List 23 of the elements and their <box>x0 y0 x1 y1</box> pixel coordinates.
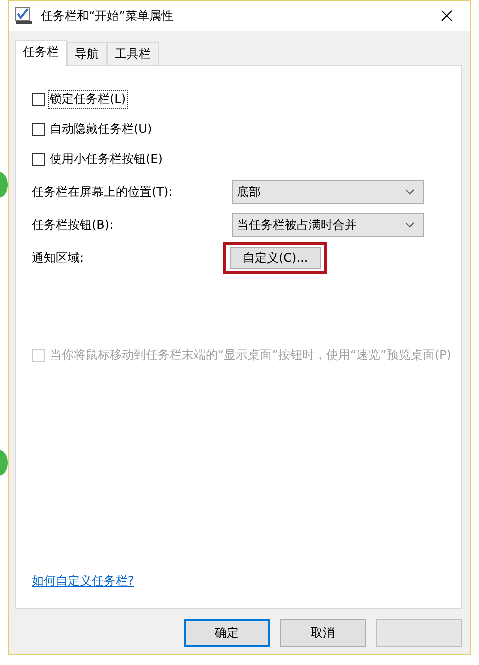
setting-label: 通知区域: <box>32 250 86 266</box>
checkbox-label: 锁定任务栏(L) <box>48 90 128 108</box>
checkbox-label: 使用小任务栏按钮(E) <box>49 150 164 168</box>
customize-button[interactable]: 自定义(C)... <box>230 247 322 269</box>
checkbox-label: 当你将鼠标移动到任务栏末端的“显示桌面”按钮时，使用“速览”预览桌面(P) <box>49 346 452 364</box>
checkbox[interactable] <box>32 152 45 166</box>
ok-button[interactable]: 确定 <box>184 619 270 647</box>
checkbox[interactable] <box>32 122 45 136</box>
help-link[interactable]: 如何自定义任务栏? <box>32 573 134 590</box>
tab[interactable]: 导航 <box>67 42 107 65</box>
dialog-button[interactable]: 取消 <box>280 619 366 647</box>
window-title: 任务栏和“开始”菜单属性 <box>41 8 174 24</box>
setting-label: 任务栏在屏幕上的位置(T): <box>32 184 174 200</box>
chevron-down-icon <box>405 222 415 228</box>
taskbar-settings-icon <box>15 7 33 25</box>
tab[interactable]: 任务栏 <box>15 40 67 66</box>
setting-label: 任务栏按钮(B): <box>32 216 115 234</box>
dropdown[interactable]: 底部 <box>232 180 424 204</box>
checkbox[interactable] <box>32 92 45 106</box>
tab[interactable]: 工具栏 <box>107 42 159 65</box>
dropdown[interactable]: 当任务栏被占满时合并 <box>232 213 424 237</box>
checkbox-label: 自动隐藏任务栏(U) <box>49 120 154 138</box>
chevron-down-icon <box>405 189 415 195</box>
